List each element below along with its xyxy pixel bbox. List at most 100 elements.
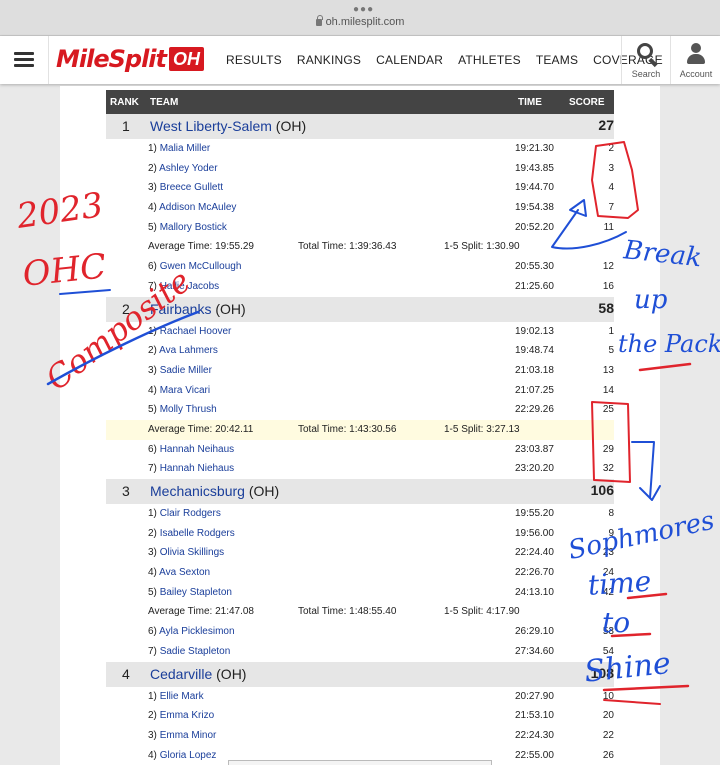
runner-row: 2) Emma Krizo 21:53.10 20 [148, 710, 614, 722]
runner-row: 1) Clair Rodgers 19:55.20 8 [148, 508, 614, 519]
athlete-link[interactable]: Gwen McCullough [160, 261, 242, 272]
team-score: 108 [590, 664, 614, 681]
runner-points: 3 [608, 162, 614, 174]
runner-row: 5) Molly Thrush 22:29.26 25 [148, 404, 614, 416]
runner-points: 26 [602, 749, 614, 761]
athlete-link[interactable]: Hannah Niehaus [160, 463, 235, 474]
runner-time: 21:25.60 [515, 280, 554, 292]
team-summary-row: Average Time: 19:55.29 Total Time: 1:39:3… [106, 237, 614, 257]
runner-row: 3) Sadie Miller 21:03.18 13 [148, 364, 614, 376]
team-state: (OH) [248, 483, 280, 499]
runner-points: 42 [602, 586, 614, 598]
average-time: Average Time: 21:47.08 [148, 606, 254, 618]
runner-points: 16 [602, 280, 614, 292]
athlete-link[interactable]: Ellie Mark [160, 691, 204, 702]
team-rank: 2 [122, 300, 130, 317]
athlete-link[interactable]: Mara Vicari [160, 385, 210, 396]
table-header: RANK TEAM TIME SCORE [106, 90, 614, 114]
runner-row: 4) Addison McAuley 19:54.38 7 [148, 202, 614, 214]
team-state: (OH) [215, 300, 246, 317]
nav-calendar[interactable]: CALENDAR [376, 53, 443, 67]
athlete-link[interactable]: Bailey Stapleton [160, 587, 232, 598]
runner-time: 20:27.90 [515, 690, 554, 702]
athlete-link[interactable]: Malia Miller [160, 143, 211, 154]
runner-row: 3) Olivia Skillings 22:24.40 23 [148, 547, 614, 559]
team-score: 27 [598, 117, 614, 133]
team-scores-table: RANK TEAM TIME SCORE 1 West Liberty-Sale… [106, 90, 614, 765]
ad-banner[interactable] [228, 760, 492, 765]
athlete-link[interactable]: Ava Sexton [159, 567, 210, 578]
runner-points: 22 [602, 729, 614, 741]
header-divider [48, 36, 49, 84]
athlete-link[interactable]: Sadie Stapleton [160, 646, 231, 657]
runner-points: 24 [602, 567, 614, 579]
runner-time: 20:55.30 [515, 261, 554, 273]
runner-time: 19:56.00 [515, 527, 554, 539]
runner-points: 53 [602, 626, 614, 638]
runner-points: 20 [602, 710, 614, 722]
total-time: Total Time: 1:39:36.43 [298, 241, 397, 253]
athlete-link[interactable]: Breece Gullett [160, 182, 223, 193]
athlete-link[interactable]: Emma Krizo [160, 710, 214, 721]
runner-points: 2 [608, 143, 614, 154]
team-link[interactable]: Fairbanks [150, 301, 211, 317]
runner-time: 27:34.60 [515, 645, 554, 657]
athlete-link[interactable]: Gloria Lopez [160, 750, 217, 761]
milesplit-logo[interactable]: MileSplit OH [56, 45, 205, 73]
total-time: Total Time: 1:43:30.56 [298, 423, 397, 435]
athlete-link[interactable]: Molly Thrush [160, 404, 217, 415]
lock-icon [315, 15, 323, 26]
nav-results[interactable]: RESULTS [226, 53, 282, 67]
athlete-link[interactable]: Mallory Bostick [160, 222, 227, 233]
address-bar[interactable]: oh.milesplit.com [0, 15, 720, 28]
athlete-link[interactable]: Sadie Miller [160, 365, 212, 376]
tab-overview-dots-icon[interactable]: ●●● [353, 5, 374, 15]
nav-rankings[interactable]: RANKINGS [297, 53, 361, 67]
runner-time: 19:44.70 [515, 182, 554, 194]
athlete-link[interactable]: Isabelle Rodgers [160, 528, 235, 539]
team-rank: 4 [122, 665, 130, 682]
split-time: 1-5 Split: 1:30.90 [444, 241, 520, 253]
runner-points: 25 [602, 404, 614, 416]
average-time: Average Time: 20:42.11 [148, 423, 254, 435]
athlete-link[interactable]: Olivia Skillings [160, 547, 224, 558]
team-link[interactable]: West Liberty-Salem [150, 118, 272, 134]
athlete-link[interactable]: Ashley Yoder [159, 163, 217, 174]
athlete-link[interactable]: Rachael Hoover [160, 326, 232, 337]
team-link[interactable]: Cedarville [150, 666, 212, 682]
runner-row: 5) Bailey Stapleton 24:13.10 42 [148, 586, 614, 598]
runner-row: 5) Mallory Bostick 20:52.20 11 [148, 221, 614, 233]
nav-athletes[interactable]: ATHLETES [458, 53, 521, 67]
athlete-link[interactable]: Ayla Picklesimon [159, 626, 234, 637]
athlete-link[interactable]: Addison McAuley [159, 202, 236, 213]
athlete-link[interactable]: Clair Rodgers [160, 508, 221, 519]
team-score: 106 [590, 482, 614, 498]
athlete-link[interactable]: Hannah Neihaus [160, 444, 235, 455]
runner-time: 23:03.87 [515, 443, 554, 455]
search-icon [637, 43, 653, 59]
runner-points: 29 [602, 443, 614, 455]
runner-time: 22:29.26 [515, 404, 554, 416]
runner-row: 3) Emma Minor 22:24.30 22 [148, 729, 614, 741]
runner-time: 19:21.30 [515, 143, 554, 154]
athlete-link[interactable]: Ava Lahmers [159, 345, 218, 356]
team-summary-row: Average Time: 21:47.08 Total Time: 1:48:5… [106, 602, 614, 622]
account-button[interactable]: Account [672, 36, 720, 84]
runner-time: 19:43.85 [515, 162, 554, 174]
runner-time: 20:52.20 [515, 221, 554, 233]
runner-time: 21:53.10 [515, 710, 554, 722]
athlete-link[interactable]: Hallie Jacobs [160, 281, 219, 292]
runner-time: 19:02.13 [515, 325, 554, 337]
team-link[interactable]: Mechanicsburg [150, 483, 245, 499]
hamburger-icon[interactable] [14, 52, 34, 68]
runner-time: 22:55.00 [515, 749, 554, 761]
runner-row: 4) Mara Vicari 21:07.25 14 [148, 384, 614, 396]
team-rank: 3 [122, 483, 130, 499]
athlete-link[interactable]: Emma Minor [160, 730, 217, 741]
runner-time: 22:24.40 [515, 547, 554, 559]
runner-row: 7) Sadie Stapleton 27:34.60 54 [148, 645, 614, 657]
search-button[interactable]: Search [622, 36, 670, 84]
runner-row: 2) Ashley Yoder 19:43.85 3 [148, 162, 614, 174]
search-label: Search [631, 69, 661, 79]
nav-teams[interactable]: TEAMS [536, 53, 578, 67]
